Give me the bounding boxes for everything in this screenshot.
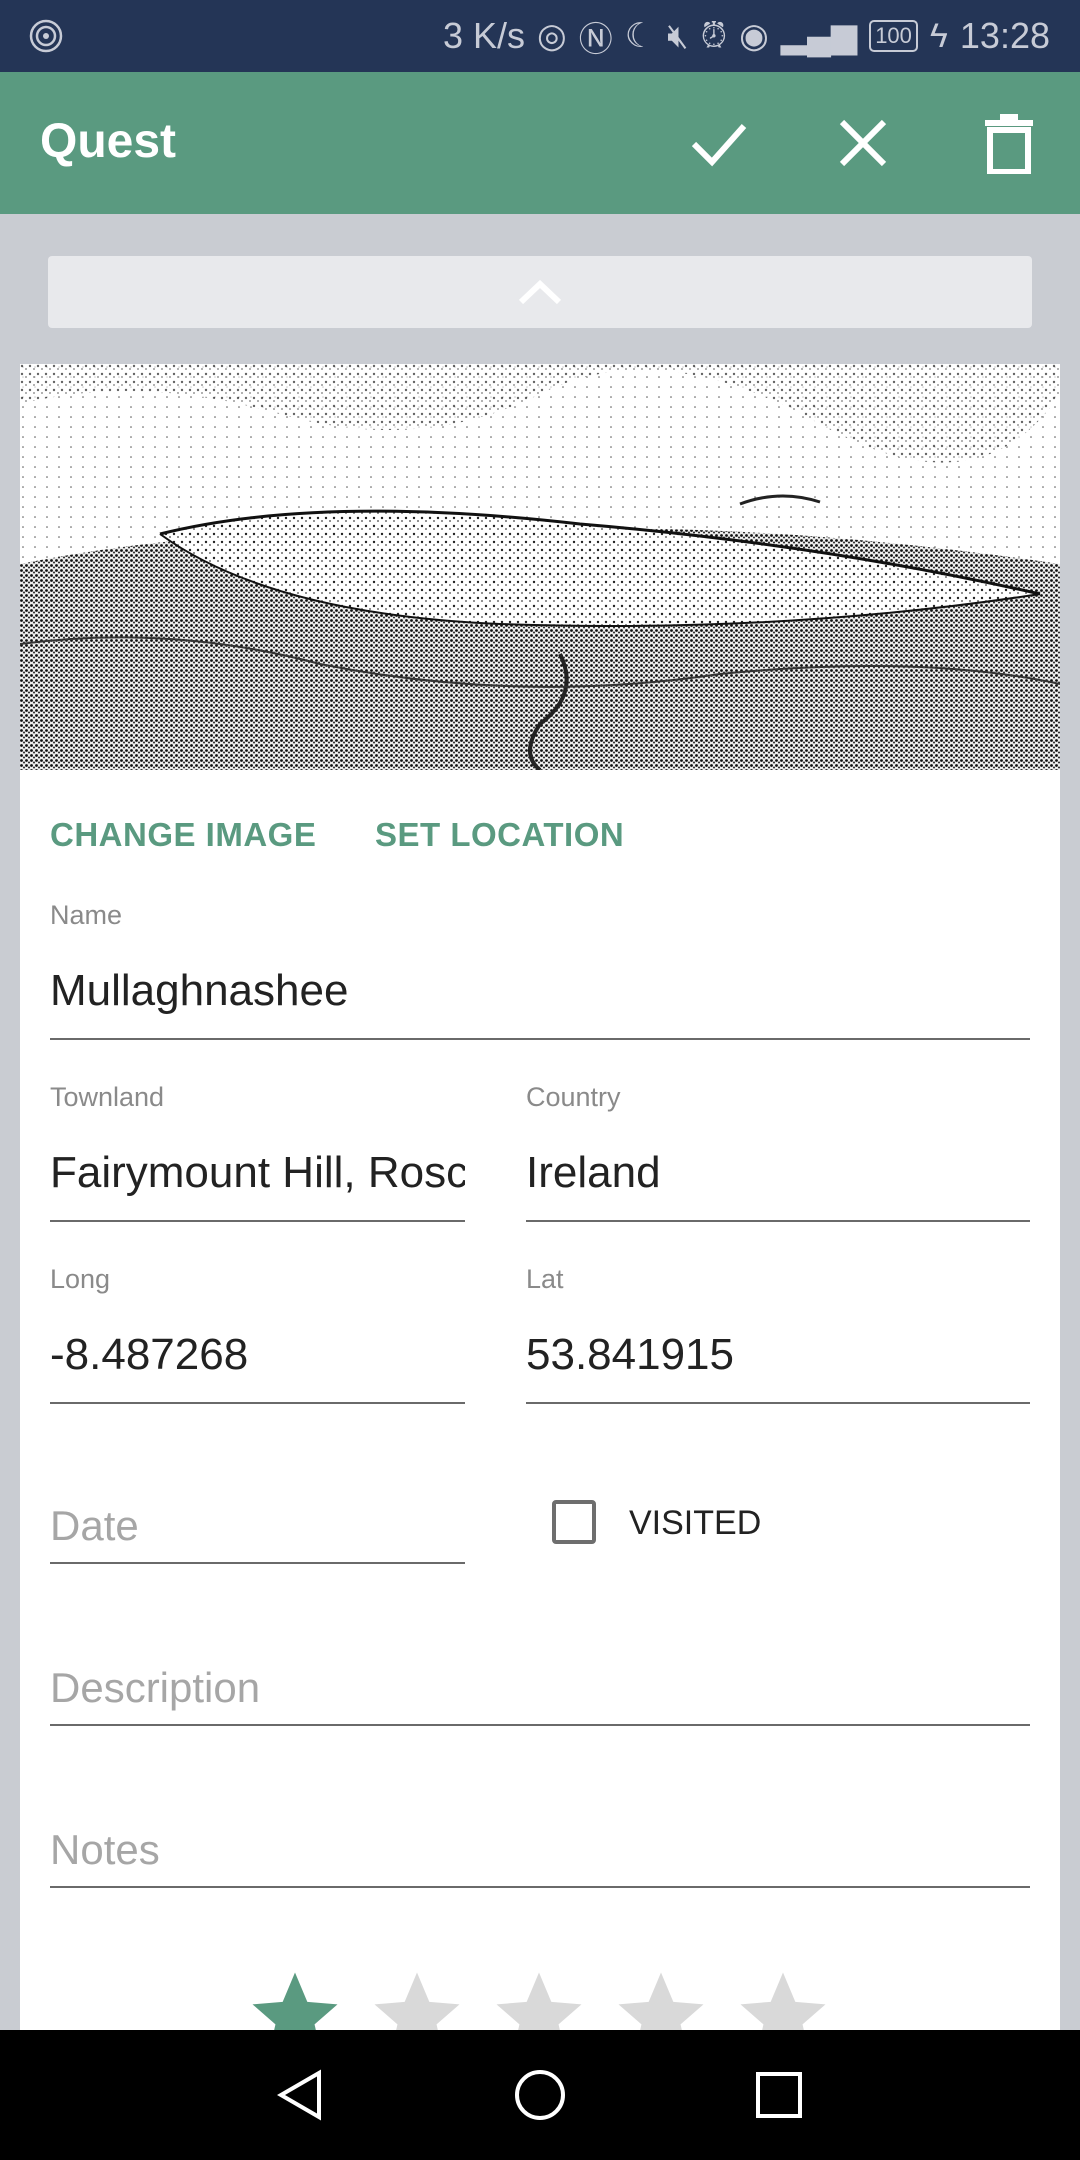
clock: 13:28 <box>959 15 1050 56</box>
status-icons: 3 K/s ◎ Ⓝ ☾ 🔇︎ ⏰︎ ◉ ▂▄▆ 100 ϟ 13:28 <box>443 0 1050 72</box>
description-field[interactable]: Description <box>50 1664 260 1712</box>
home-icon <box>515 2070 565 2120</box>
chevron-up-icon <box>518 279 562 305</box>
townland-label: Townland <box>50 1082 165 1112</box>
back-icon <box>277 2069 321 2121</box>
hotspot-icon <box>29 19 63 53</box>
change-image-button[interactable]: CHANGE IMAGE <box>50 816 316 854</box>
lat-label: Lat <box>526 1264 564 1294</box>
notes-field[interactable]: Notes <box>50 1826 160 1874</box>
eye-icon: ◉ <box>739 17 769 55</box>
back-button[interactable] <box>264 2058 338 2132</box>
longitude-field[interactable]: -8.487268 <box>50 1330 465 1380</box>
check-icon <box>691 124 747 167</box>
moon-icon: ☾ <box>624 17 656 55</box>
notes-underline <box>50 1886 1030 1888</box>
page-title: Quest <box>40 115 177 168</box>
visited-checkbox[interactable] <box>552 1500 596 1544</box>
quest-image <box>20 364 1060 770</box>
app-toolbar: Quest <box>0 72 1080 214</box>
cancel-button[interactable] <box>830 110 896 176</box>
name-field[interactable]: Mullaghnashee <box>50 966 1030 1016</box>
close-icon <box>839 119 887 167</box>
visited-label: VISITED <box>629 1504 762 1542</box>
delete-button[interactable] <box>976 110 1042 176</box>
delete-icon <box>985 114 1033 174</box>
description-underline <box>50 1724 1030 1726</box>
quest-card: CHANGE IMAGE SET LOCATION Name Mullaghna… <box>20 364 1060 2160</box>
townland-field[interactable]: Fairymount Hill, Roscommon <box>50 1148 465 1198</box>
charging-icon: ϟ <box>929 16 948 55</box>
nfc-icon: Ⓝ <box>578 20 613 59</box>
country-label: Country <box>526 1082 621 1112</box>
hotspot-icon: ◎ <box>537 17 567 55</box>
alarm-icon: ⏰︎ <box>700 16 728 55</box>
collapse-toggle[interactable] <box>48 256 1032 328</box>
longitude-underline <box>50 1402 465 1404</box>
townland-underline <box>50 1220 465 1222</box>
set-location-button[interactable]: SET LOCATION <box>375 816 624 854</box>
date-field[interactable]: Date <box>50 1502 139 1550</box>
country-underline <box>526 1220 1030 1222</box>
signal-icon: ▂▄▆ <box>780 17 858 55</box>
save-button[interactable] <box>686 110 752 176</box>
long-label: Long <box>50 1264 111 1294</box>
date-underline <box>50 1562 465 1564</box>
name-label: Name <box>50 900 123 930</box>
status-bar: 3 K/s ◎ Ⓝ ☾ 🔇︎ ⏰︎ ◉ ▂▄▆ 100 ϟ 13:28 <box>0 0 1080 72</box>
network-speed: 3 K/s <box>442 15 526 56</box>
recents-button[interactable] <box>742 2058 816 2132</box>
recents-icon <box>756 2072 802 2118</box>
battery-icon: 100 <box>869 20 918 52</box>
country-field[interactable]: Ireland <box>526 1148 1030 1198</box>
mute-icon: 🔇︎ <box>667 16 689 55</box>
home-button[interactable] <box>503 2058 577 2132</box>
latitude-underline <box>526 1402 1030 1404</box>
system-nav-bar <box>0 2030 1080 2160</box>
latitude-field[interactable]: 53.841915 <box>526 1330 1030 1380</box>
name-underline <box>50 1038 1030 1040</box>
